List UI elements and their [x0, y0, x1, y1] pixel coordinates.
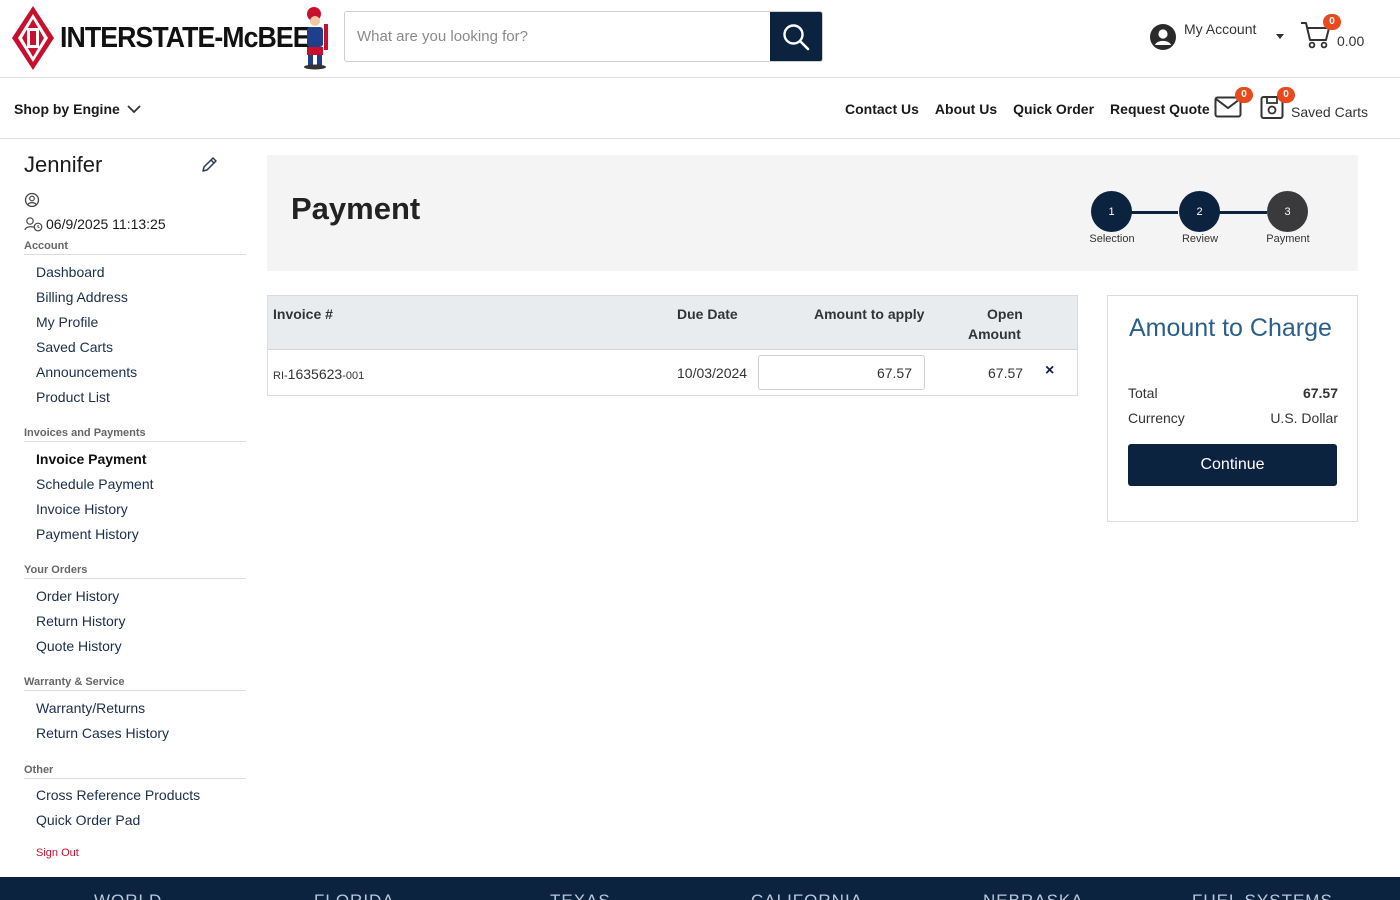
footer-item-world[interactable]: WORLD	[94, 891, 162, 900]
progress-steps: 1 2 3 Selection Review Payment	[1088, 191, 1318, 251]
sidebar-item-quote-history[interactable]: Quote History	[36, 638, 122, 654]
header-open-amount-line2: Amount	[968, 326, 1021, 342]
mail-count-badge: 0	[1235, 87, 1253, 103]
sign-out-link[interactable]: Sign Out	[36, 847, 79, 859]
invoice-number: RI-1635623-001	[273, 366, 364, 382]
sidebar-item-warranty-returns[interactable]: Warranty/Returns	[36, 700, 145, 716]
due-date: 10/03/2024	[677, 365, 748, 381]
section-account: Account	[24, 240, 246, 255]
sidebar-item-invoice-history[interactable]: Invoice History	[36, 501, 128, 517]
invoice-table: Invoice # Due Date Amount to apply Open …	[267, 295, 1078, 396]
last-login: 06/9/2025 11:13:25	[24, 216, 166, 232]
continue-button[interactable]: Continue	[1128, 444, 1337, 486]
step-1-label: Selection	[1089, 233, 1135, 245]
user-clock-icon	[24, 217, 43, 232]
sidebar-item-return-cases-history[interactable]: Return Cases History	[36, 725, 169, 741]
saved-count-badge: 0	[1277, 87, 1295, 103]
nav-request-quote[interactable]: Request Quote	[1110, 101, 1210, 117]
total-value: 67.57	[1302, 385, 1338, 401]
section-your-orders: Your Orders	[24, 564, 246, 579]
sidebar-item-saved-carts[interactable]: Saved Carts	[36, 339, 113, 355]
cart-count-badge: 0	[1323, 14, 1341, 30]
sidebar-item-quick-order-pad[interactable]: Quick Order Pad	[36, 812, 140, 828]
search-button[interactable]	[770, 12, 822, 61]
user-circle-icon	[24, 192, 40, 208]
edit-pencil-icon[interactable]	[200, 156, 218, 174]
currency-value: U.S. Dollar	[1270, 410, 1338, 426]
table-header: Invoice # Due Date Amount to apply Open …	[268, 296, 1077, 350]
sidebar-item-schedule-payment[interactable]: Schedule Payment	[36, 476, 154, 492]
sidebar-item-invoice-payment[interactable]: Invoice Payment	[36, 451, 147, 467]
nav-quick-order[interactable]: Quick Order	[1013, 101, 1094, 117]
logo-text: INTERSTATE-McBEE	[60, 21, 311, 54]
step-3-circle: 3	[1267, 191, 1308, 232]
sidebar-item-cross-reference-products[interactable]: Cross Reference Products	[36, 787, 200, 803]
sidebar-item-announcements[interactable]: Announcements	[36, 364, 137, 380]
section-warranty-service: Warranty & Service	[24, 676, 246, 691]
step-2-circle: 2	[1179, 191, 1220, 232]
section-other: Other	[24, 764, 246, 779]
open-amount: 67.57	[988, 365, 1024, 381]
step-1-circle: 1	[1091, 191, 1132, 232]
footer-item-california[interactable]: CALIFORNIA	[751, 891, 863, 900]
invoice-suffix: -001	[342, 370, 365, 382]
search-input[interactable]	[345, 12, 770, 61]
mascot-icon	[304, 7, 328, 70]
sidebar-item-dashboard[interactable]: Dashboard	[36, 264, 105, 280]
header-invoice-number: Invoice #	[273, 306, 333, 322]
account-label: My Account	[1184, 21, 1257, 37]
footer-item-florida[interactable]: FLORIDA	[314, 891, 395, 900]
site-footer: WORLD FLORIDA TEXAS CALIFORNIA NEBRASKA …	[0, 877, 1400, 900]
search-icon	[783, 23, 810, 50]
step-connector	[1217, 211, 1267, 214]
charge-title: Amount to Charge	[1129, 314, 1332, 342]
sidebar-item-product-list[interactable]: Product List	[36, 389, 110, 405]
sidebar-item-my-profile[interactable]: My Profile	[36, 314, 98, 330]
sidebar-item-order-history[interactable]: Order History	[36, 588, 119, 604]
total-row: Total 67.57	[1128, 385, 1338, 401]
header-due-date: Due Date	[677, 306, 738, 322]
payment-banner: Payment 1 2 3 Selection Review Payment	[267, 155, 1358, 271]
last-login-timestamp: 06/9/2025 11:13:25	[46, 216, 166, 232]
chevron-down-icon	[127, 105, 141, 114]
currency-label: Currency	[1128, 410, 1185, 426]
user-name: Jennifer	[24, 152, 103, 177]
step-2-label: Review	[1181, 233, 1219, 245]
sidebar-item-payment-history[interactable]: Payment History	[36, 526, 139, 542]
nav-links: Contact Us About Us Quick Order Request …	[845, 101, 1226, 117]
nav-contact-us[interactable]: Contact Us	[845, 101, 919, 117]
invoice-prefix: RI-	[273, 370, 288, 382]
cart-total: 0.00	[1337, 33, 1365, 49]
search-bar	[344, 11, 823, 62]
sidebar-item-billing-address[interactable]: Billing Address	[36, 289, 128, 305]
currency-row: Currency U.S. Dollar	[1128, 410, 1338, 426]
header-open-amount-line1: Open	[987, 306, 1023, 322]
amount-to-charge-card: Amount to Charge Total 67.57 Currency U.…	[1107, 295, 1358, 522]
step-3-label: Payment	[1266, 233, 1310, 245]
footer-item-texas[interactable]: TEXAS	[550, 891, 611, 900]
step-connector	[1128, 211, 1178, 214]
shop-by-engine-menu[interactable]: Shop by Engine	[14, 101, 141, 117]
total-label: Total	[1128, 385, 1158, 401]
logo-diamond-icon	[12, 6, 54, 70]
my-account-menu[interactable]: My Account	[1150, 20, 1256, 50]
footer-item-nebraska[interactable]: NEBRASKA	[983, 891, 1084, 900]
saved-carts-label[interactable]: Saved Carts	[1291, 104, 1368, 120]
chevron-down-icon[interactable]	[1276, 34, 1284, 39]
main-nav: Shop by Engine Contact Us About Us Quick…	[0, 78, 1400, 139]
shop-by-engine-label: Shop by Engine	[14, 101, 120, 117]
account-icon	[1150, 24, 1176, 50]
footer-item-fuel-systems[interactable]: FUEL SYSTEMS	[1192, 891, 1333, 900]
logo[interactable]: INTERSTATE-McBEE	[12, 4, 331, 72]
amount-to-apply-input[interactable]	[758, 355, 925, 390]
page-title: Payment	[291, 191, 421, 226]
sidebar-item-return-history[interactable]: Return History	[36, 613, 125, 629]
nav-about-us[interactable]: About Us	[935, 101, 997, 117]
header-amount-to-apply: Amount to apply	[814, 306, 925, 322]
invoice-number-main: 1635623	[287, 366, 343, 382]
remove-invoice-button[interactable]: ×	[1045, 362, 1054, 380]
site-header: INTERSTATE-McBEE My Account	[0, 0, 1400, 78]
section-invoices-payments: Invoices and Payments	[24, 427, 246, 442]
